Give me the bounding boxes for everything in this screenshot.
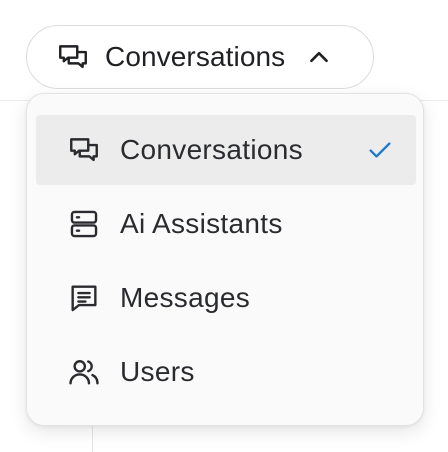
- users-icon: [66, 354, 102, 390]
- menu-item-label: Ai Assistants: [120, 208, 283, 239]
- chat-bubbles-icon: [66, 132, 102, 168]
- canvas: Conversations Conversations Ai Assistant…: [0, 0, 448, 452]
- view-selector-menu: Conversations Ai Assistants Messages Use…: [26, 93, 424, 426]
- menu-item-ai-assistants[interactable]: Ai Assistants: [36, 189, 416, 259]
- menu-item-label: Conversations: [120, 134, 303, 165]
- message-lines-icon: [66, 280, 102, 316]
- server-icon: [66, 206, 102, 242]
- view-selector-label: Conversations: [105, 41, 286, 72]
- view-selector-button[interactable]: Conversations: [26, 25, 374, 89]
- menu-item-users[interactable]: Users: [36, 337, 416, 407]
- menu-item-conversations[interactable]: Conversations: [36, 115, 416, 185]
- chat-bubbles-icon: [55, 39, 91, 75]
- menu-item-label: Messages: [120, 282, 251, 313]
- menu-item-messages[interactable]: Messages: [36, 263, 416, 333]
- chevron-up-icon: [305, 43, 333, 71]
- checkmark-icon: [366, 136, 394, 164]
- menu-item-label: Users: [120, 356, 195, 387]
